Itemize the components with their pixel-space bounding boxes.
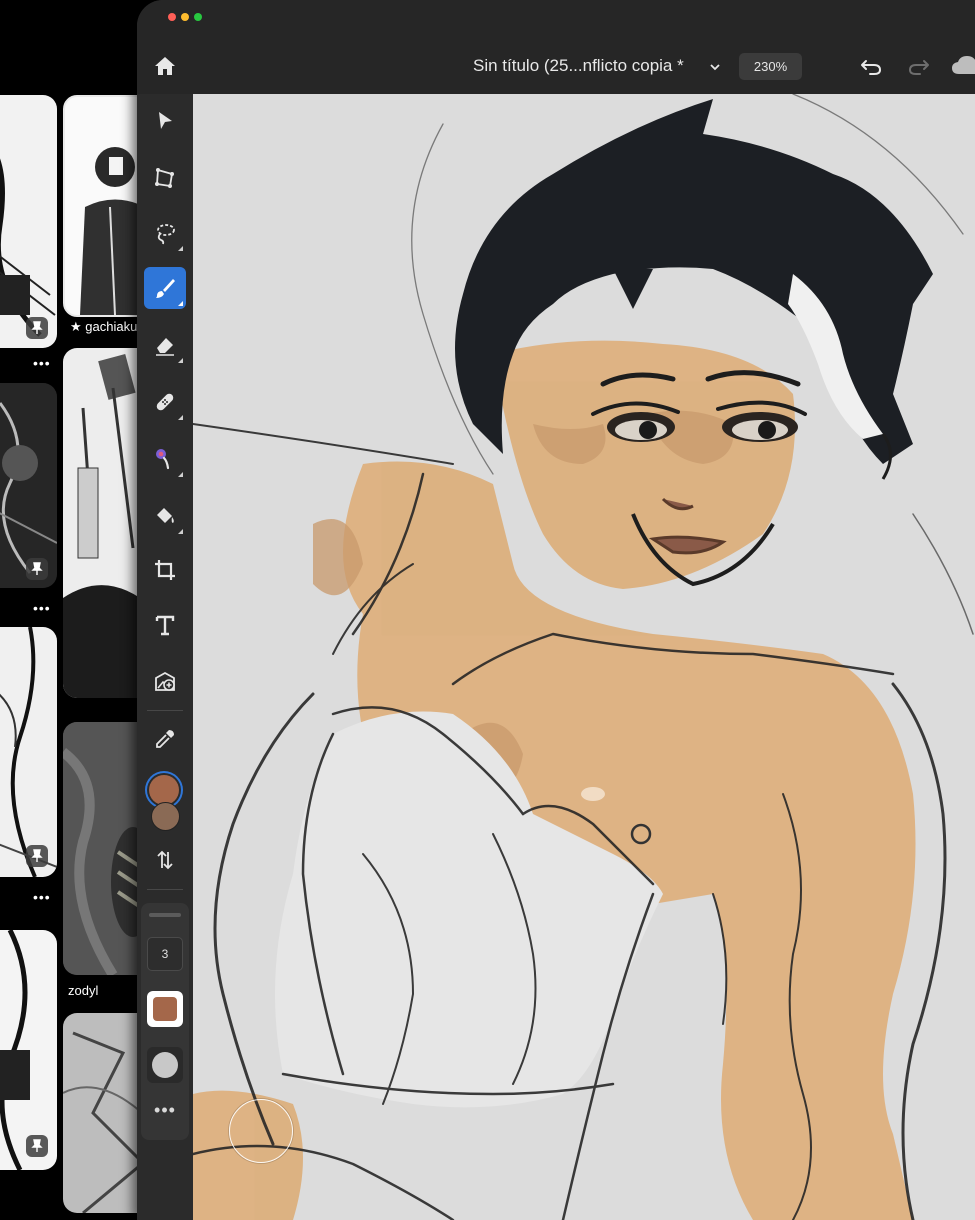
swap-arrows-icon bbox=[157, 850, 173, 870]
brush-size-value[interactable]: 3 bbox=[147, 937, 183, 971]
swap-colors-button[interactable] bbox=[144, 839, 186, 881]
liquify-tool[interactable] bbox=[144, 438, 186, 480]
lasso-icon bbox=[157, 224, 175, 245]
crop-icon bbox=[155, 560, 175, 580]
brush-tool[interactable] bbox=[144, 267, 186, 309]
transform-tool[interactable] bbox=[144, 157, 186, 199]
home-icon[interactable] bbox=[151, 52, 179, 80]
app-window: Sin título (25...nflicto copia * 230% 3 … bbox=[137, 0, 975, 1220]
select-arrow-icon bbox=[159, 112, 172, 129]
transform-icon bbox=[155, 168, 174, 188]
more-dots[interactable]: ••• bbox=[33, 356, 51, 370]
tools-panel: 3 ••• bbox=[137, 94, 193, 1220]
primary-color-swatch[interactable] bbox=[149, 775, 179, 805]
eyedropper-icon bbox=[156, 730, 174, 748]
feed-card-2[interactable] bbox=[0, 383, 57, 588]
feed-card-1[interactable] bbox=[0, 95, 57, 348]
drawing-canvas[interactable] bbox=[193, 94, 975, 1220]
close-window-button[interactable] bbox=[168, 13, 176, 21]
pin-icon[interactable] bbox=[26, 1135, 48, 1157]
brush-cursor bbox=[229, 1099, 293, 1163]
more-dots[interactable]: ••• bbox=[33, 890, 51, 904]
secondary-color-swatch[interactable] bbox=[151, 802, 180, 831]
toolbar-divider bbox=[147, 889, 183, 890]
feed-card-label[interactable]: ★ gachiaku bbox=[70, 319, 137, 335]
feed-card-3[interactable] bbox=[0, 627, 57, 877]
paintbrush-icon bbox=[156, 279, 175, 298]
pin-icon[interactable] bbox=[26, 845, 48, 867]
smudge-icon bbox=[156, 449, 170, 470]
submenu-indicator bbox=[178, 529, 183, 534]
zoom-window-button[interactable] bbox=[194, 13, 202, 21]
bandage-icon bbox=[156, 393, 174, 411]
minimize-window-button[interactable] bbox=[181, 13, 189, 21]
brush-color-swatch[interactable] bbox=[147, 991, 183, 1027]
cloud-icon[interactable] bbox=[949, 52, 975, 80]
healing-tool[interactable] bbox=[144, 381, 186, 423]
undo-icon[interactable] bbox=[857, 52, 885, 80]
top-bar: Sin título (25...nflicto copia * 230% bbox=[137, 0, 975, 94]
submenu-indicator bbox=[178, 301, 183, 306]
submenu-indicator bbox=[178, 472, 183, 477]
redo-icon[interactable] bbox=[905, 52, 933, 80]
brush-tip-icon bbox=[152, 1052, 178, 1078]
text-icon bbox=[155, 615, 175, 636]
feed-card-4[interactable] bbox=[0, 930, 57, 1170]
eraser-icon bbox=[156, 338, 174, 356]
text-tool[interactable] bbox=[144, 604, 186, 646]
brush-size-slider[interactable] bbox=[149, 913, 181, 917]
more-options-button[interactable]: ••• bbox=[147, 1101, 183, 1121]
brush-settings-panel: 3 ••• bbox=[141, 903, 189, 1140]
more-dots[interactable]: ••• bbox=[33, 601, 51, 615]
select-tool[interactable] bbox=[144, 100, 186, 142]
chevron-down-icon[interactable] bbox=[709, 60, 721, 72]
add-image-icon bbox=[155, 671, 175, 691]
submenu-indicator bbox=[178, 358, 183, 363]
crop-tool[interactable] bbox=[144, 549, 186, 591]
fill-tool[interactable] bbox=[144, 495, 186, 537]
submenu-indicator bbox=[178, 246, 183, 251]
paint-bucket-icon bbox=[157, 508, 174, 523]
pin-icon[interactable] bbox=[26, 317, 48, 339]
pin-icon[interactable] bbox=[26, 558, 48, 580]
eyedropper-tool[interactable] bbox=[144, 718, 186, 760]
artwork-illustration bbox=[193, 94, 974, 1220]
place-image-tool[interactable] bbox=[144, 661, 186, 703]
document-title[interactable]: Sin título (25...nflicto copia * bbox=[473, 56, 684, 76]
brush-color-fill bbox=[153, 997, 177, 1021]
toolbar-divider bbox=[147, 710, 183, 711]
brush-tip-button[interactable] bbox=[147, 1047, 183, 1083]
eraser-tool[interactable] bbox=[144, 324, 186, 366]
feed-card-label[interactable]: zodyl bbox=[68, 983, 98, 998]
zoom-level[interactable]: 230% bbox=[739, 53, 802, 80]
lasso-tool[interactable] bbox=[144, 212, 186, 254]
submenu-indicator bbox=[178, 415, 183, 420]
